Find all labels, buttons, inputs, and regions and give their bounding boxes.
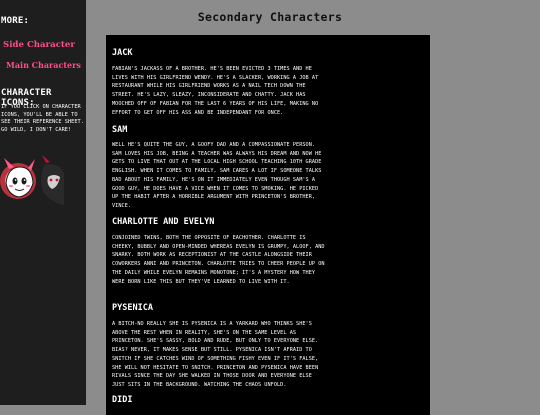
character-description-charlotte-evelyn: Conjoined twins, both the opposite of ea… <box>112 235 325 285</box>
character-avatar-icon <box>0 155 64 205</box>
more-heading: More: <box>1 16 30 26</box>
character-icon-avatar[interactable] <box>0 153 66 207</box>
character-description-pysenica: A bitch-no really she is Pysenica is a Y… <box>112 321 319 388</box>
main-characters-link[interactable]: Main Characters <box>6 60 81 70</box>
character-description-jack: Fabian's jackass of a brother. He's been… <box>112 66 319 116</box>
character-name-charlotte-evelyn: Charlotte and Evelyn <box>112 217 215 227</box>
character-name-jack: Jack <box>112 48 133 58</box>
side-character-link[interactable]: Side Character <box>3 40 75 50</box>
character-name-sam: Sam <box>112 125 128 135</box>
page-title: Secondary Characters <box>197 10 343 24</box>
character-icons-description: If you click on character icons, you'll … <box>1 104 84 133</box>
character-name-pysenica: Pysenica <box>112 303 153 313</box>
character-description-sam: Well he's quite the guy, a goofy dad and… <box>112 142 322 209</box>
sidebar: More: Side Character Main Characters Cha… <box>0 0 86 405</box>
character-name-didi: Didi <box>112 395 133 405</box>
character-list-panel: Jack Fabian's jackass of a brother. He's… <box>106 35 430 415</box>
